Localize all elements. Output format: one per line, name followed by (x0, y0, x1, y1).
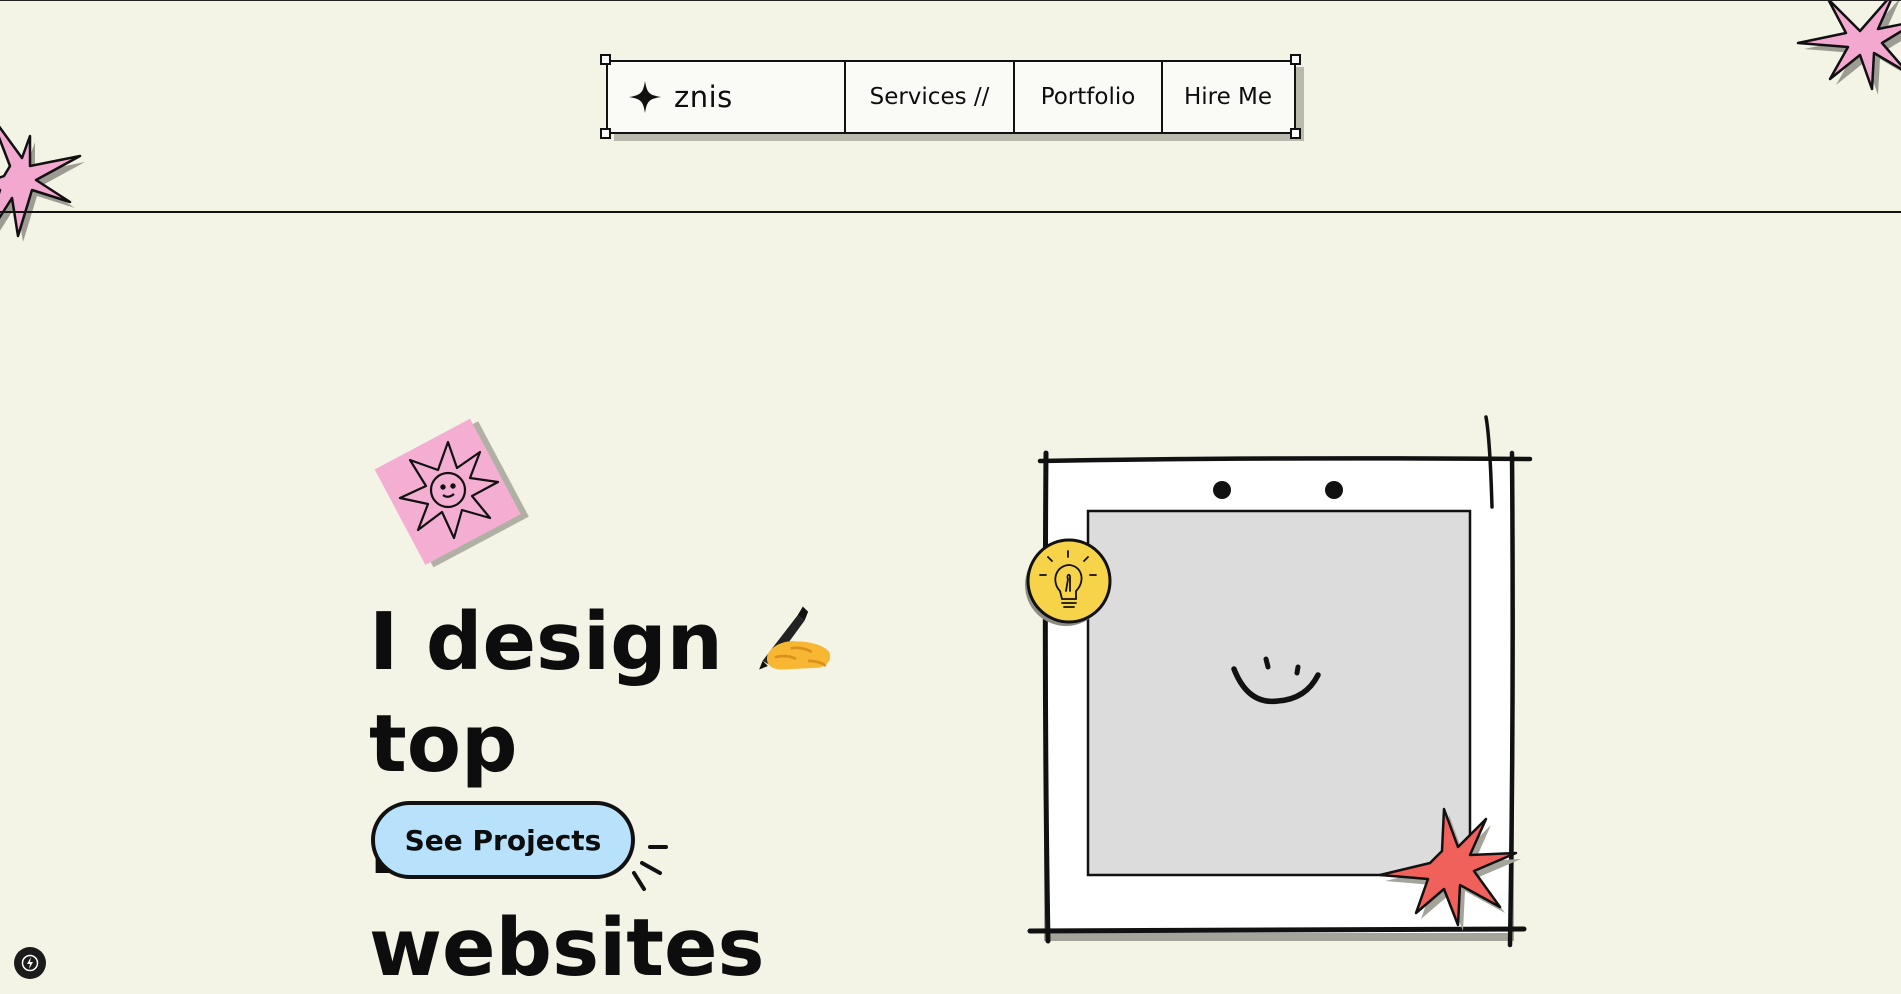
navbar: znis Services // Portfolio Hire Me (600, 54, 1304, 141)
nav-services-link[interactable]: Services // (846, 62, 1015, 132)
selection-handle (1290, 128, 1301, 139)
lightbulb-icon (1025, 538, 1112, 626)
pink-splat-decoration (0, 125, 85, 242)
navbar-box: znis Services // Portfolio Hire Me (606, 60, 1296, 134)
coral-splat-decoration (1378, 807, 1521, 931)
sparkle-lines-decoration (632, 845, 668, 891)
nav-hire-me-link[interactable]: Hire Me (1163, 62, 1293, 132)
selection-handle (600, 54, 611, 65)
selection-handle (600, 128, 611, 139)
header-divider (0, 211, 1901, 213)
cta-wrapper: See Projects (371, 801, 635, 879)
logo-text: znis (674, 80, 733, 114)
four-point-star-icon (629, 81, 661, 113)
lightning-bolt-icon[interactable] (14, 947, 46, 979)
hero-title-part2: top (369, 698, 518, 790)
hero-title: I design top notch websites (369, 591, 1009, 994)
sun-sticker-icon (374, 418, 529, 568)
see-projects-button[interactable]: See Projects (371, 801, 635, 879)
logo[interactable]: znis (608, 62, 846, 132)
selection-handle (1290, 54, 1301, 65)
pink-splat-decoration (1796, 1, 1901, 95)
nav-portfolio-link[interactable]: Portfolio (1015, 62, 1163, 132)
page: znis Services // Portfolio Hire Me I des… (0, 0, 1901, 994)
see-projects-label: See Projects (404, 823, 602, 857)
lightning-bolt-glyph (21, 954, 39, 972)
writing-hand-emoji (759, 606, 831, 670)
hero-title-part1: I design (369, 596, 723, 688)
